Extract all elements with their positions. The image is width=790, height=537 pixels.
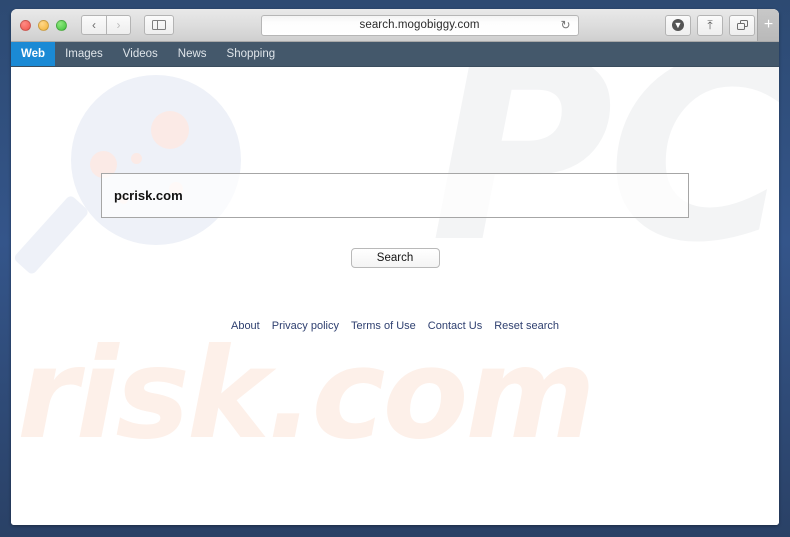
footer-link-reset-search[interactable]: Reset search xyxy=(494,320,559,332)
maximize-window-button[interactable] xyxy=(56,19,67,31)
footer-links: About Privacy policy Terms of Use Contac… xyxy=(231,320,559,332)
search-button-label: Search xyxy=(376,252,414,264)
search-input[interactable]: pcrisk.com xyxy=(101,173,689,218)
minimize-window-button[interactable] xyxy=(38,19,49,31)
navigation-buttons: ‹ › xyxy=(81,15,131,35)
desktop-frame: ‹ › search.mogobiggy.com ↻ ▼ ⤒ + Web Ima… xyxy=(0,0,790,537)
browser-toolbar: ‹ › search.mogobiggy.com ↻ ▼ ⤒ + xyxy=(11,9,779,42)
page-content: PC risk.com pcrisk.com Search About Priv… xyxy=(11,67,779,525)
nav-tab-news-label: News xyxy=(177,48,207,60)
forward-button[interactable]: › xyxy=(106,15,131,35)
nav-tab-web[interactable]: Web xyxy=(11,42,56,66)
address-bar-container: search.mogobiggy.com ↻ xyxy=(174,14,665,36)
browser-window: ‹ › search.mogobiggy.com ↻ ▼ ⤒ + Web Ima… xyxy=(11,9,779,525)
search-area: pcrisk.com Search About Privacy policy T… xyxy=(11,67,779,332)
nav-tab-images-label: Images xyxy=(65,48,103,60)
address-bar-url: search.mogobiggy.com xyxy=(359,19,480,31)
share-button[interactable]: ⤒ xyxy=(697,14,723,36)
share-icon: ⤒ xyxy=(707,18,713,32)
nav-tab-shopping-label: Shopping xyxy=(226,48,276,60)
close-window-button[interactable] xyxy=(20,19,31,31)
search-input-value: pcrisk.com xyxy=(114,188,183,203)
window-controls xyxy=(20,19,67,31)
show-sidebar-button[interactable] xyxy=(144,15,174,35)
nav-tab-shopping[interactable]: Shopping xyxy=(217,42,286,66)
chevron-left-icon: ‹ xyxy=(92,18,96,32)
plus-icon: + xyxy=(763,16,774,33)
nav-tab-videos-label: Videos xyxy=(122,48,158,60)
new-tab-button[interactable]: + xyxy=(757,9,779,41)
address-bar[interactable]: search.mogobiggy.com ↻ xyxy=(260,14,579,36)
toolbar-actions: ▼ ⤒ xyxy=(665,14,755,36)
nav-tab-news[interactable]: News xyxy=(168,42,217,66)
footer-link-contact[interactable]: Contact Us xyxy=(428,320,482,332)
nav-tab-web-label: Web xyxy=(21,48,46,60)
site-navigation-bar: Web Images Videos News Shopping xyxy=(11,42,779,67)
footer-link-terms[interactable]: Terms of Use xyxy=(351,320,416,332)
back-button[interactable]: ‹ xyxy=(81,15,106,35)
nav-tab-images[interactable]: Images xyxy=(55,42,113,66)
show-all-tabs-button[interactable] xyxy=(729,14,755,36)
footer-link-about[interactable]: About xyxy=(231,320,260,332)
search-button[interactable]: Search xyxy=(350,248,440,268)
chevron-right-icon: › xyxy=(116,18,121,32)
reload-icon[interactable]: ↻ xyxy=(560,19,570,31)
sidebar-icon xyxy=(152,20,166,30)
download-icon: ▼ xyxy=(672,19,684,31)
tabs-overview-icon xyxy=(736,20,748,30)
nav-tab-videos[interactable]: Videos xyxy=(113,42,168,66)
footer-link-privacy[interactable]: Privacy policy xyxy=(272,320,339,332)
downloads-button[interactable]: ▼ xyxy=(665,14,691,36)
watermark-risk-text: risk.com xyxy=(17,322,596,467)
